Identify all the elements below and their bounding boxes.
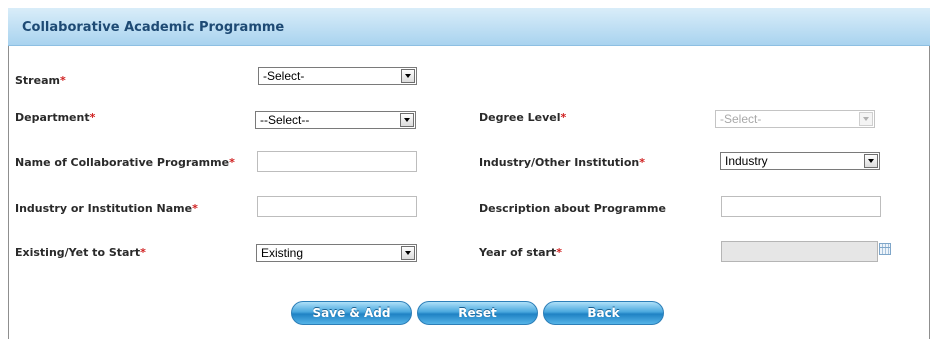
- year-of-start-label: Year of start*: [479, 246, 562, 259]
- required-marker: *: [140, 246, 146, 259]
- chevron-down-icon[interactable]: [864, 154, 878, 168]
- form-panel: [8, 8, 930, 339]
- save-add-button[interactable]: Save & Add: [291, 301, 412, 325]
- chevron-down-icon[interactable]: [401, 246, 415, 260]
- existing-select-value: Existing: [261, 246, 304, 260]
- department-select[interactable]: --Select--: [255, 111, 416, 129]
- chevron-down-icon[interactable]: [400, 113, 414, 127]
- required-marker: *: [639, 156, 645, 169]
- stream-select[interactable]: -Select-: [258, 67, 417, 85]
- degree-level-label: Degree Level*: [479, 111, 567, 124]
- institution-name-input[interactable]: [257, 196, 417, 217]
- existing-select[interactable]: Existing: [256, 244, 417, 262]
- panel-title: Collaborative Academic Programme: [22, 20, 285, 35]
- reset-button[interactable]: Reset: [417, 301, 538, 325]
- required-marker: *: [192, 202, 198, 215]
- back-button[interactable]: Back: [543, 301, 664, 325]
- institution-name-label: Industry or Institution Name*: [15, 202, 198, 215]
- year-of-start-input[interactable]: [721, 241, 878, 262]
- industry-institution-select[interactable]: Industry: [720, 152, 880, 170]
- calendar-icon[interactable]: [879, 243, 891, 255]
- panel-header: Collaborative Academic Programme: [8, 8, 930, 46]
- required-marker: *: [560, 111, 567, 124]
- degree-level-select[interactable]: -Select-: [715, 110, 875, 128]
- chevron-down-icon: [859, 112, 873, 126]
- degree-level-select-value: -Select-: [720, 112, 762, 126]
- programme-name-label: Name of Collaborative Programme*: [15, 156, 235, 169]
- description-input[interactable]: [721, 196, 881, 217]
- required-marker: *: [89, 111, 96, 124]
- programme-name-input[interactable]: [257, 151, 417, 172]
- industry-institution-select-value: Industry: [725, 154, 768, 168]
- existing-label: Existing/Yet to Start*: [15, 246, 146, 259]
- required-marker: *: [556, 246, 562, 259]
- required-marker: *: [59, 74, 66, 87]
- chevron-down-icon[interactable]: [401, 69, 415, 83]
- industry-institution-label: Industry/Other Institution*: [479, 156, 645, 169]
- stream-label: Stream*: [15, 74, 66, 87]
- description-label: Description about Programme: [479, 202, 666, 215]
- required-marker: *: [229, 156, 235, 169]
- department-select-value: --Select--: [260, 113, 310, 127]
- department-label: Department*: [15, 111, 96, 124]
- stream-select-value: -Select-: [263, 69, 305, 83]
